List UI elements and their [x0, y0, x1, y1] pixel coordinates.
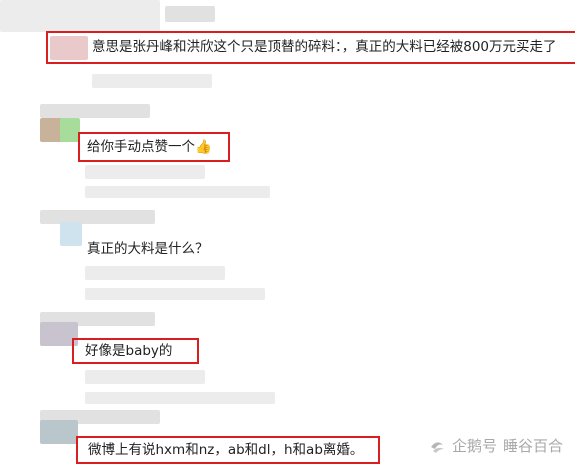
- blurred-text: [85, 266, 225, 280]
- blurred-text: [85, 288, 265, 300]
- penguin-logo-icon: [428, 437, 446, 455]
- comment-text: 给你手动点赞一个👍: [87, 139, 212, 155]
- comment-text: 好像是baby的: [85, 343, 173, 359]
- blurred-text: [85, 392, 275, 404]
- watermark-name: 睡谷百合: [502, 437, 563, 455]
- blurred-text: [85, 186, 270, 198]
- watermark: 企鹅号 睡谷百合: [428, 435, 563, 456]
- blurred-text: [0, 0, 160, 32]
- comment-text: 意思是张丹峰和洪欣这个只是顶替的碎料：，真正的大料已经被800万元买走了: [92, 39, 557, 55]
- thumbs-up-icon: 👍: [195, 139, 212, 155]
- comment-text: 真正的大料是什么？: [87, 241, 209, 257]
- avatar[interactable]: [40, 420, 78, 444]
- blurred-text: [165, 6, 215, 22]
- blurred-text: [92, 74, 212, 88]
- blurred-avatar-part: [60, 118, 80, 142]
- comment-text: 微博上有说hxm和nz，ab和dl，h和ab离婚。: [88, 442, 364, 458]
- avatar[interactable]: [60, 222, 82, 246]
- blurred-text: [85, 370, 205, 384]
- blurred-text: [85, 165, 205, 179]
- blurred-username: [40, 210, 155, 224]
- blurred-username: [40, 104, 150, 118]
- watermark-brand: 企鹅号: [451, 437, 497, 455]
